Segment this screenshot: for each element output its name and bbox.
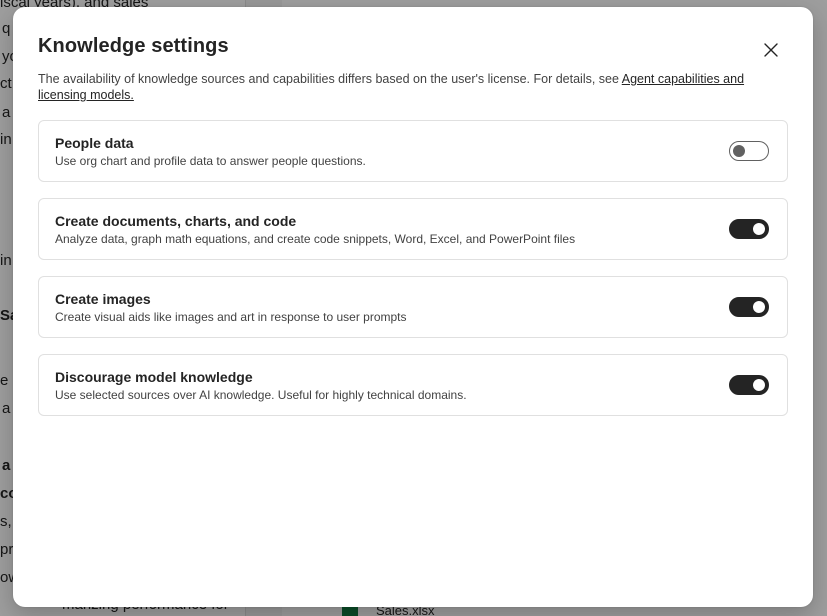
background-text: e: [0, 372, 9, 389]
description-text: The availability of knowledge sources an…: [38, 72, 622, 86]
knowledge-settings-dialog: Knowledge settings The availability of k…: [13, 7, 813, 607]
toggle-knob: [753, 301, 765, 313]
setting-subtitle: Analyze data, graph math equations, and …: [55, 232, 576, 246]
create-images-toggle[interactable]: [729, 297, 769, 317]
background-text: a: [2, 104, 11, 121]
background-text: s,: [0, 513, 12, 530]
toggle-knob: [753, 379, 765, 391]
toggle-knob: [753, 223, 765, 235]
toggle-knob: [733, 145, 745, 157]
dialog-title: Knowledge settings: [38, 35, 229, 57]
create-documents-toggle[interactable]: [729, 219, 769, 239]
setting-subtitle: Create visual aids like images and art i…: [55, 310, 407, 324]
background-text: q: [2, 20, 11, 37]
people-data-toggle[interactable]: [729, 141, 769, 161]
setting-subtitle: Use selected sources over AI knowledge. …: [55, 388, 467, 402]
setting-title: People data: [55, 135, 134, 151]
setting-card-discourage-model-knowledge: Discourage model knowledge Use selected …: [38, 354, 788, 416]
setting-title: Create images: [55, 291, 151, 307]
background-text: ct: [0, 75, 12, 92]
discourage-model-knowledge-toggle[interactable]: [729, 375, 769, 395]
background-text: a: [2, 400, 11, 417]
setting-card-create-documents: Create documents, charts, and code Analy…: [38, 198, 788, 260]
setting-title: Discourage model knowledge: [55, 369, 253, 385]
background-text: pr: [0, 541, 14, 558]
setting-card-create-images: Create images Create visual aids like im…: [38, 276, 788, 338]
dialog-description: The availability of knowledge sources an…: [38, 71, 778, 103]
background-text: in: [0, 131, 12, 148]
close-icon: [764, 43, 778, 57]
setting-card-people-data: People data Use org chart and profile da…: [38, 120, 788, 182]
setting-title: Create documents, charts, and code: [55, 213, 297, 229]
background-text: a: [2, 457, 11, 474]
close-button[interactable]: [759, 38, 783, 62]
setting-subtitle: Use org chart and profile data to answer…: [55, 154, 366, 168]
background-text: in: [0, 252, 12, 269]
